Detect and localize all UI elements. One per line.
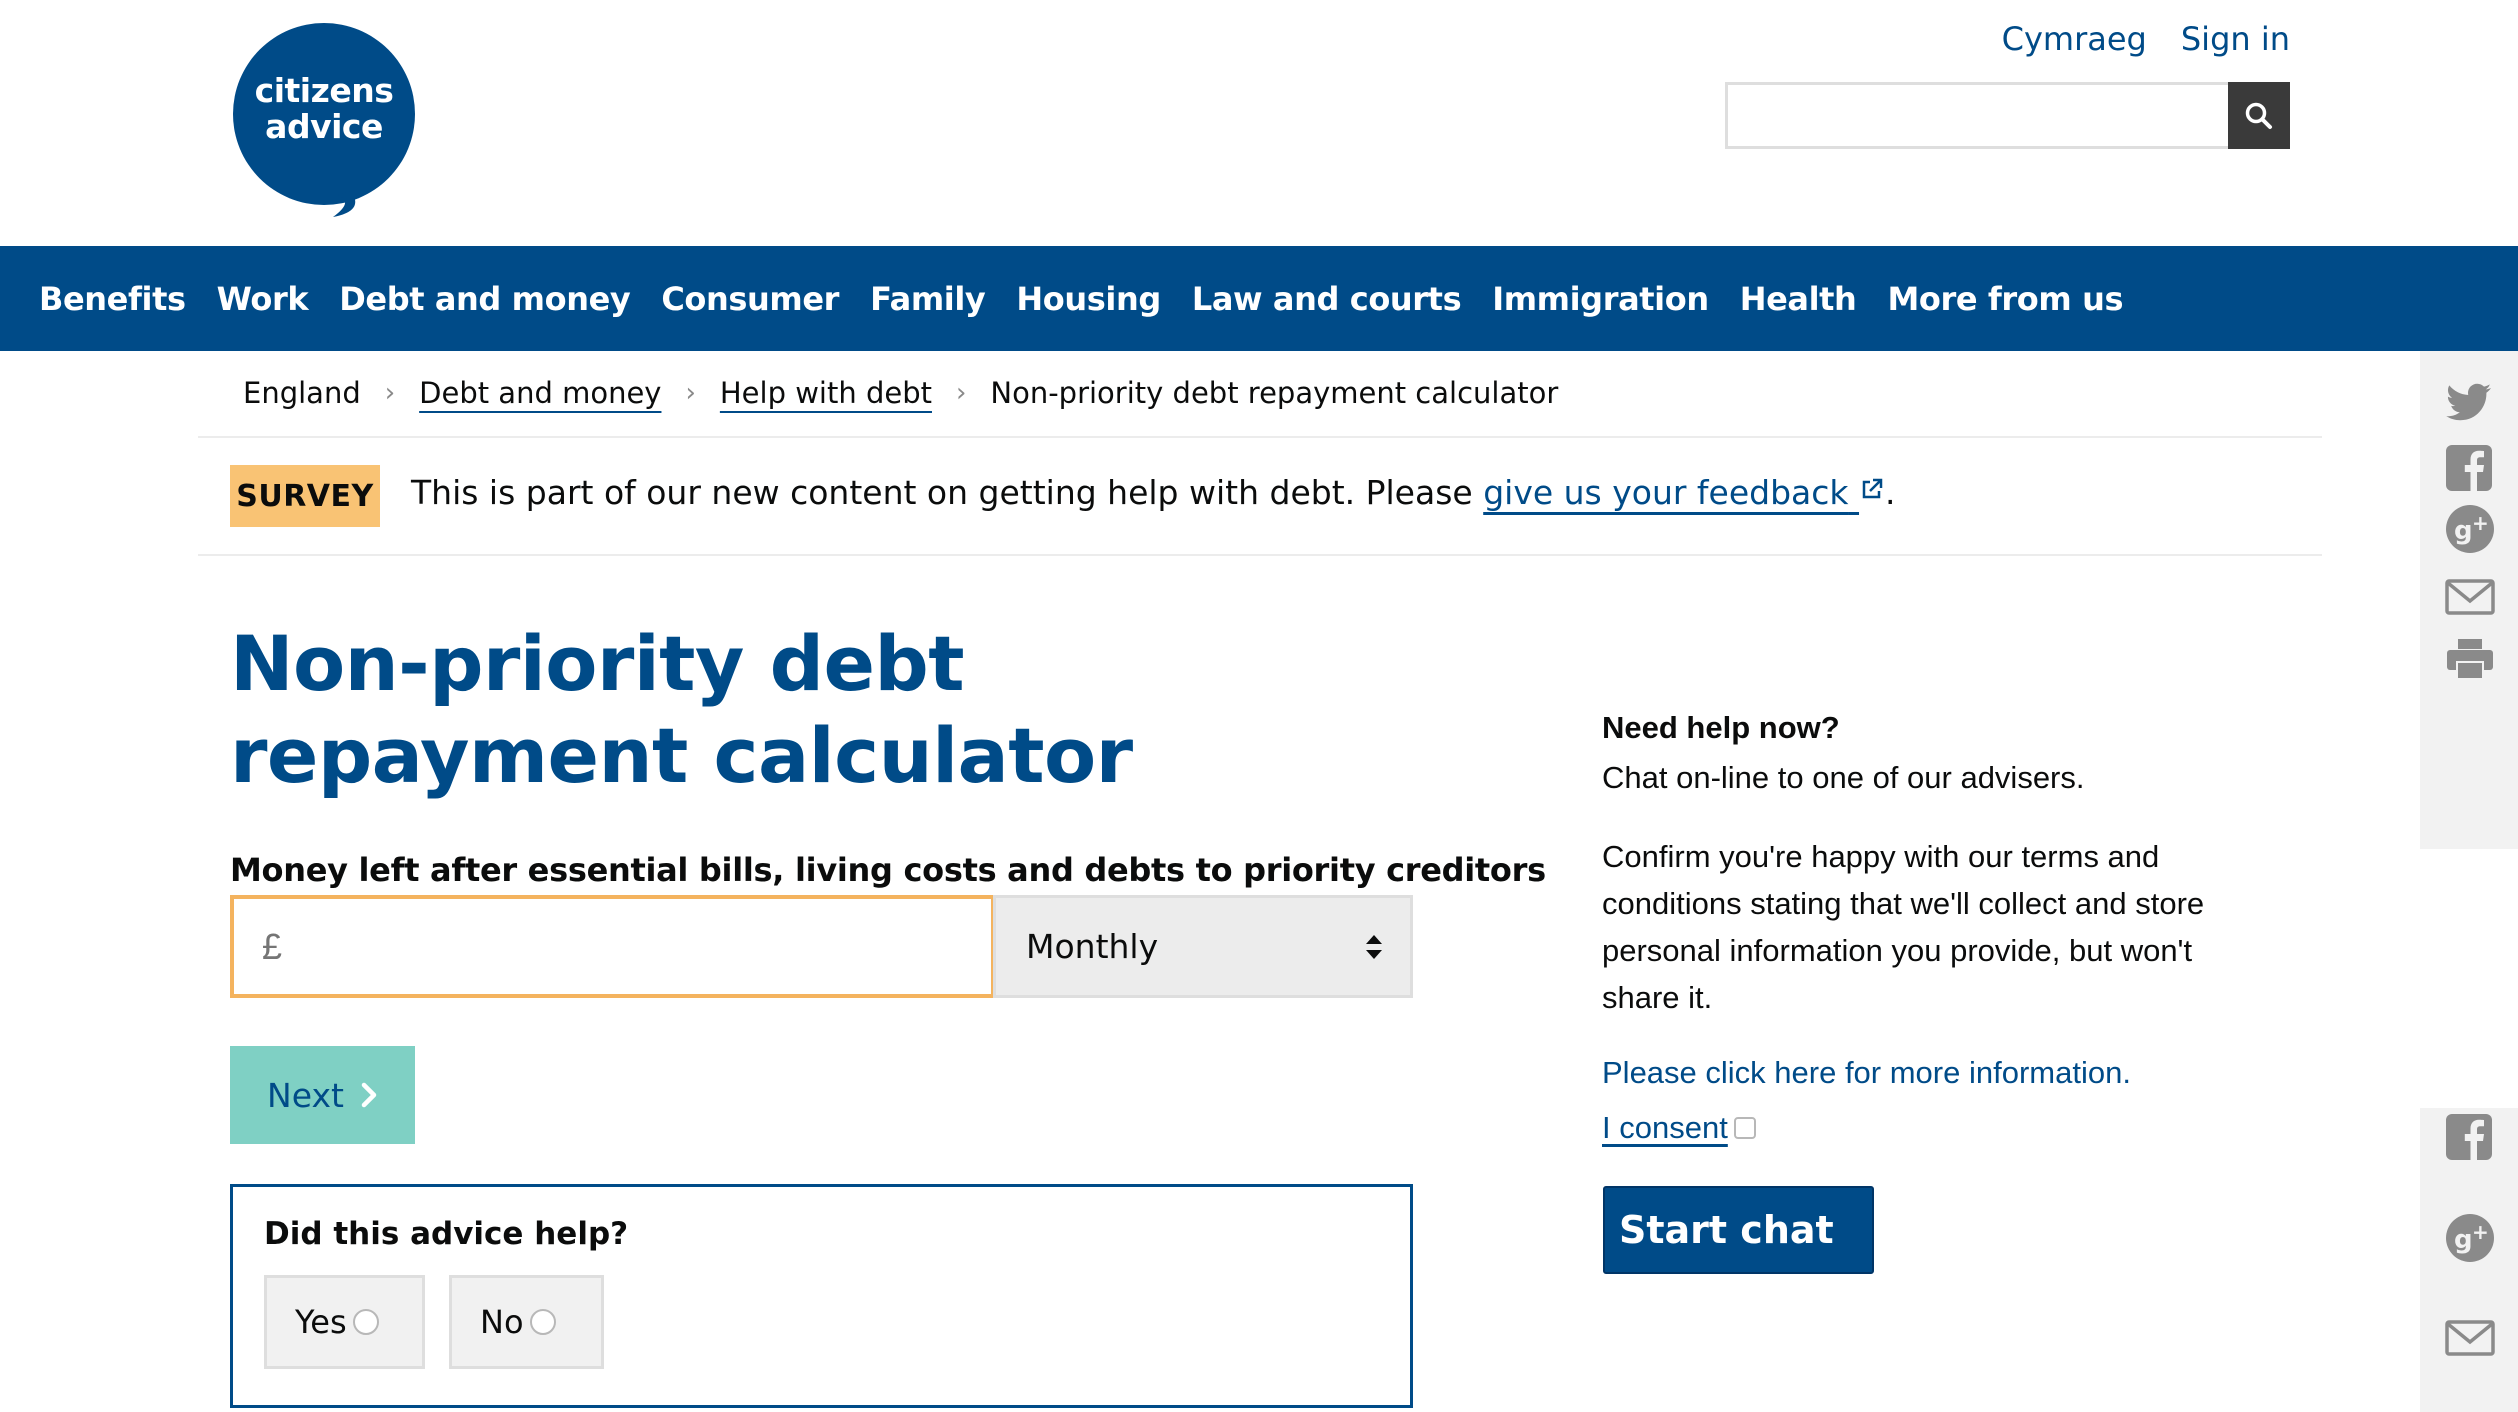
frequency-value: Monthly	[1026, 927, 1159, 966]
breadcrumb-item-debt-and-money[interactable]: Debt and money	[419, 376, 661, 410]
survey-feedback-link[interactable]: give us your feedback	[1483, 473, 1885, 512]
breadcrumb: England › Debt and money › Help with deb…	[243, 376, 1558, 410]
advice-feedback-box: Did this advice help? Yes No	[230, 1184, 1413, 1408]
consent-checkbox[interactable]	[1733, 1117, 1756, 1139]
logo-text-line2: advice	[265, 107, 383, 146]
search-input[interactable]	[1725, 82, 2228, 149]
survey-text: This is part of our new content on getti…	[411, 473, 1484, 512]
feedback-yes-label: Yes	[295, 1303, 347, 1341]
nav-item-work[interactable]: Work	[217, 280, 309, 318]
feedback-question: Did this advice help?	[264, 1216, 629, 1252]
nav-item-more-from-us[interactable]: More from us	[1887, 280, 2123, 318]
feedback-no-radio[interactable]	[529, 1309, 556, 1335]
chat-terms: Confirm you're happy with our terms and …	[1602, 839, 2205, 1015]
external-link-icon	[1862, 478, 1883, 499]
start-chat-button[interactable]: Start chat	[1603, 1186, 1874, 1274]
svg-text:+: +	[2472, 1220, 2489, 1244]
nav-item-immigration[interactable]: Immigration	[1492, 280, 1709, 318]
feedback-yes-option[interactable]: Yes	[264, 1275, 425, 1369]
print-icon[interactable]	[2444, 633, 2496, 685]
nav-item-debt-and-money[interactable]: Debt and money	[339, 280, 631, 318]
main-navigation: Benefits Work Debt and money Consumer Fa…	[0, 246, 2518, 351]
svg-text:g: g	[2454, 1225, 2473, 1255]
site-search	[1725, 82, 2290, 149]
nav-item-family[interactable]: Family	[870, 280, 986, 318]
chevron-right-icon: ›	[685, 378, 696, 408]
citizens-advice-logo[interactable]: citizens advice	[233, 23, 415, 217]
nav-item-consumer[interactable]: Consumer	[661, 280, 839, 318]
survey-message: This is part of our new content on getti…	[411, 473, 1896, 512]
chevron-right-icon	[361, 1082, 377, 1108]
next-button[interactable]: Next	[230, 1046, 415, 1144]
consent-control: I consent	[1602, 1110, 1756, 1146]
survey-badge: SURVEY	[230, 465, 380, 527]
chat-heading: Need help now?	[1602, 710, 1840, 745]
svg-text:+: +	[2472, 511, 2489, 535]
email-icon[interactable]	[2444, 1312, 2496, 1364]
top-links: Cymraeg Sign in	[2002, 20, 2290, 58]
language-link-cymraeg[interactable]: Cymraeg	[2002, 20, 2147, 58]
select-arrows-icon	[1366, 934, 1382, 959]
feedback-no-option[interactable]: No	[449, 1275, 604, 1369]
feedback-no-label: No	[480, 1303, 524, 1341]
share-rail: g +	[2420, 351, 2518, 849]
logo-text-line1: citizens	[254, 71, 394, 110]
nav-item-benefits[interactable]: Benefits	[39, 280, 186, 318]
divider	[198, 436, 2322, 438]
nav-item-law-and-courts[interactable]: Law and courts	[1192, 280, 1462, 318]
money-left-label: Money left after essential bills, living…	[230, 851, 1546, 889]
twitter-icon[interactable]	[2444, 375, 2496, 427]
facebook-icon[interactable]	[2444, 441, 2496, 493]
google-plus-icon[interactable]: g +	[2444, 1212, 2496, 1264]
nav-item-housing[interactable]: Housing	[1016, 280, 1161, 318]
frequency-select[interactable]: Monthly	[993, 895, 1413, 998]
more-information-link[interactable]: Please click here for more information.	[1602, 1055, 2131, 1091]
nav-item-health[interactable]: Health	[1740, 280, 1857, 318]
sign-in-link[interactable]: Sign in	[2181, 20, 2290, 58]
search-icon	[2245, 102, 2272, 129]
money-left-input[interactable]	[230, 895, 995, 998]
email-icon[interactable]	[2444, 571, 2496, 623]
facebook-icon[interactable]	[2444, 1110, 2496, 1162]
survey-suffix: .	[1885, 473, 1896, 512]
consent-label[interactable]: I consent	[1602, 1110, 1728, 1146]
next-button-label: Next	[267, 1075, 344, 1115]
page-title: Non-priority debt repayment calculator	[230, 619, 1133, 800]
google-plus-icon[interactable]: g +	[2444, 503, 2496, 555]
chevron-right-icon: ›	[384, 378, 396, 408]
share-rail-bottom: g +	[2420, 1108, 2518, 1412]
breadcrumb-item-current: Non-priority debt repayment calculator	[990, 376, 1559, 410]
chevron-right-icon: ›	[955, 378, 967, 408]
breadcrumb-item-england[interactable]: England	[243, 376, 361, 410]
svg-text:g: g	[2454, 516, 2473, 546]
search-button[interactable]	[2228, 82, 2290, 149]
breadcrumb-item-help-with-debt[interactable]: Help with debt	[720, 376, 932, 410]
divider	[198, 554, 2322, 556]
feedback-yes-radio[interactable]	[352, 1309, 379, 1335]
chat-subtext: Chat on-line to one of our advisers.	[1602, 760, 2085, 795]
